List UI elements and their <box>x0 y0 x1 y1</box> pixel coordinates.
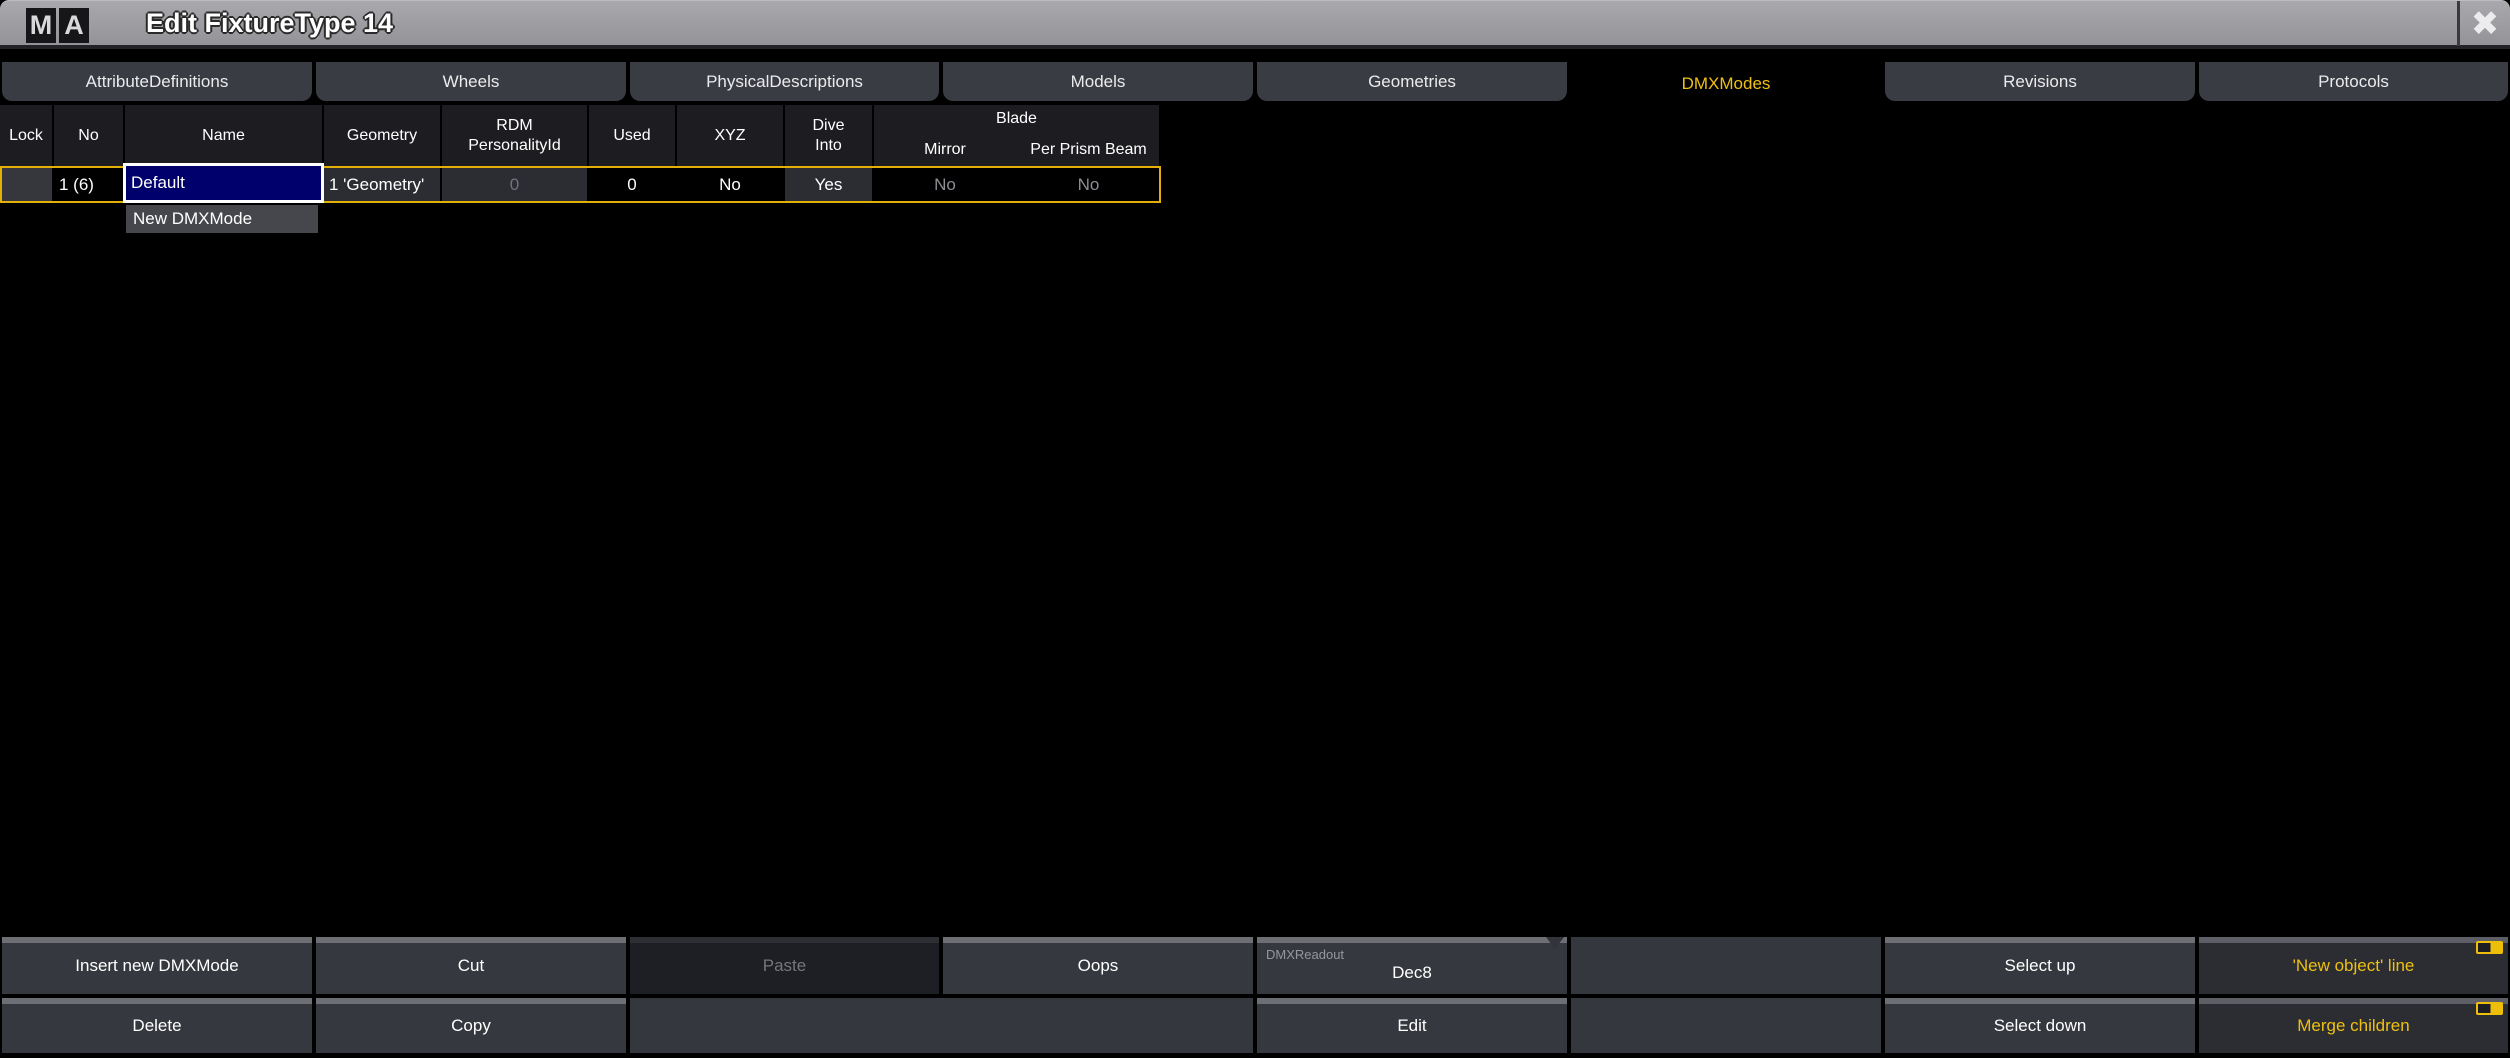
header-dive-into: Dive Into <box>785 105 872 166</box>
tab-wheels[interactable]: Wheels <box>316 62 626 101</box>
button-label: Cut <box>458 956 484 976</box>
header-rdm-personalityid: RDM PersonalityId <box>442 105 587 166</box>
button-top-strip <box>2199 937 2508 943</box>
tab-revisions[interactable]: Revisions <box>1885 62 2195 101</box>
button-label: Select up <box>2005 956 2076 976</box>
cut-button[interactable]: Cut <box>316 937 626 994</box>
toolbar-spacer <box>1571 998 1881 1053</box>
copy-button[interactable]: Copy <box>316 998 626 1053</box>
row-cell-no[interactable]: 1 (6) <box>54 168 123 201</box>
button-top-strip <box>2 937 312 943</box>
header-blade-mirror: Mirror <box>874 141 1016 159</box>
header-blade-group: Blade Mirror Per Prism Beam <box>874 105 1159 166</box>
tab-models[interactable]: Models <box>943 62 1253 101</box>
row-cell-mirror[interactable]: No <box>874 168 1016 201</box>
edit-fixturetype-dialog: M A Edit FixtureType 14 ✖ AttributeDefin… <box>0 0 2510 1058</box>
button-label: Oops <box>1078 956 1119 976</box>
dmxreadout-dropdown[interactable]: DMXReadout Dec8 <box>1257 937 1567 994</box>
button-label: Delete <box>132 1016 181 1036</box>
header-lock: Lock <box>0 105 52 166</box>
ma-logo: M A <box>26 8 89 43</box>
button-top-strip <box>2 998 312 1004</box>
dmxreadout-value: Dec8 <box>1392 949 1432 983</box>
dropdown-arrow-icon <box>1546 937 1564 949</box>
name-edit-cell[interactable] <box>123 163 324 203</box>
name-edit-input[interactable] <box>126 173 321 193</box>
window-titlebar[interactable]: M A Edit FixtureType 14 ✖ <box>0 0 2510 49</box>
ma-logo-letter-m: M <box>26 8 56 43</box>
button-label: 'New object' line <box>2293 956 2415 976</box>
button-label: Copy <box>451 1016 491 1036</box>
tab-attributedefinitions[interactable]: AttributeDefinitions <box>2 62 312 101</box>
header-used: Used <box>589 105 675 166</box>
header-blade-per-prism-beam: Per Prism Beam <box>1018 141 1159 159</box>
select-down-button[interactable]: Select down <box>1885 998 2195 1053</box>
button-top-strip <box>316 998 626 1004</box>
close-icon: ✖ <box>2471 4 2500 44</box>
tab-geometries[interactable]: Geometries <box>1257 62 1567 101</box>
new-object-line-toggle[interactable]: 'New object' line <box>2199 937 2508 994</box>
oops-button[interactable]: Oops <box>943 937 1253 994</box>
row-cell-dive-into[interactable]: Yes <box>785 168 872 201</box>
row-cell-per-prism-beam[interactable]: No <box>1018 168 1159 201</box>
paste-button[interactable]: Paste <box>630 937 939 994</box>
close-button[interactable]: ✖ <box>2460 1 2510 46</box>
button-top-strip <box>1257 937 1567 943</box>
merge-children-toggle[interactable]: Merge children <box>2199 998 2508 1053</box>
tab-dmxmodes[interactable]: DMXModes <box>1571 62 1881 105</box>
toolbar-spacer <box>1571 937 1881 994</box>
tab-protocols[interactable]: Protocols <box>2199 62 2508 101</box>
button-top-strip <box>1257 998 1567 1004</box>
button-top-strip <box>1885 937 2195 943</box>
window-title: Edit FixtureType 14 <box>146 1 393 46</box>
insert-new-dmxmode-button[interactable]: Insert new DMXMode <box>2 937 312 994</box>
button-top-strip <box>943 937 1253 943</box>
header-no: No <box>54 105 123 166</box>
button-top-strip <box>630 937 939 943</box>
button-label: Edit <box>1397 1016 1426 1036</box>
dmxreadout-label: DMXReadout <box>1266 947 1344 962</box>
header-blade: Blade <box>874 110 1159 128</box>
toolbar-spacer <box>630 998 1253 1053</box>
header-geometry: Geometry <box>324 105 440 166</box>
button-label: Merge children <box>2297 1016 2409 1036</box>
ma-logo-letter-a: A <box>59 8 89 43</box>
row-cell-geometry[interactable]: 1 'Geometry' <box>324 168 440 201</box>
header-xyz: XYZ <box>677 105 783 166</box>
toggle-on-icon <box>2476 1002 2503 1015</box>
dropdown-option-new-dmxmode[interactable]: New DMXMode <box>126 205 318 233</box>
button-label: Paste <box>763 956 806 976</box>
edit-button[interactable]: Edit <box>1257 998 1567 1053</box>
button-label: Insert new DMXMode <box>75 956 238 976</box>
row-cell-used[interactable]: 0 <box>589 168 675 201</box>
row-cell-xyz[interactable]: No <box>677 168 783 201</box>
delete-button[interactable]: Delete <box>2 998 312 1053</box>
button-label: Select down <box>1994 1016 2087 1036</box>
button-top-strip <box>1885 998 2195 1004</box>
toggle-on-icon <box>2476 941 2503 954</box>
header-name: Name <box>125 105 322 166</box>
row-cell-lock[interactable] <box>0 168 52 201</box>
row-cell-rdm-personalityid[interactable]: 0 <box>442 168 587 201</box>
button-top-strip <box>316 937 626 943</box>
select-up-button[interactable]: Select up <box>1885 937 2195 994</box>
button-top-strip <box>2199 998 2508 1004</box>
tab-physicaldescriptions[interactable]: PhysicalDescriptions <box>630 62 939 101</box>
